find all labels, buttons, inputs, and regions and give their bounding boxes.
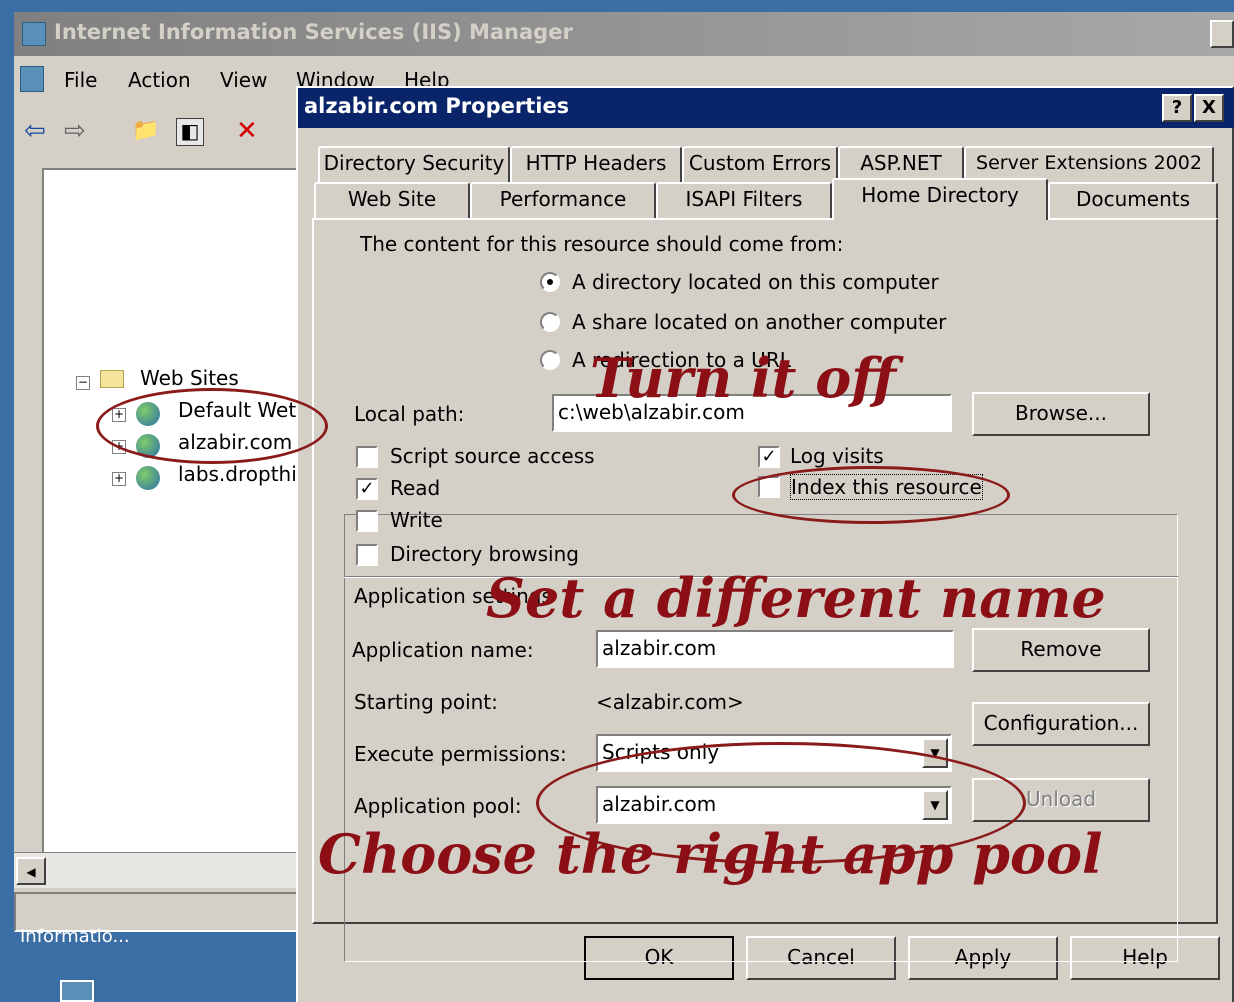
app-pool-label: Application pool: [354, 794, 522, 818]
tree-expander-collapse[interactable]: − [76, 376, 90, 390]
radio-network-share[interactable] [540, 312, 560, 332]
website-globe-icon [136, 466, 160, 490]
starting-point-value: <alzabir.com> [596, 690, 744, 714]
log-visits-label[interactable]: Log visits [790, 444, 884, 468]
radio-network-share-label[interactable]: A share located on another computer [572, 310, 946, 334]
show-hide-tree-icon[interactable]: ◧ [176, 118, 204, 146]
tab-documents[interactable]: Documents [1048, 182, 1218, 218]
radio-local-directory[interactable] [540, 272, 560, 292]
menu-view[interactable]: View [220, 68, 267, 92]
tree-pane: − Web Sites + Default Wet + alzabir.com … [42, 168, 314, 888]
back-arrow-icon[interactable]: ⇦ [24, 118, 46, 144]
remove-button[interactable]: Remove [972, 628, 1150, 672]
annotation-turn-off: Turn it off [590, 346, 896, 410]
tab-server-extensions[interactable]: Server Extensions 2002 [964, 146, 1214, 182]
forward-arrow-icon[interactable]: ⇨ [64, 118, 86, 144]
write-label[interactable]: Write [390, 508, 443, 532]
checkbox-directory-browsing[interactable] [356, 544, 378, 566]
script-source-access-label[interactable]: Script source access [390, 444, 595, 468]
app-name-input[interactable]: alzabir.com [596, 630, 954, 668]
iis-app-icon [22, 22, 46, 46]
menu-file[interactable]: File [64, 68, 97, 92]
checkbox-script-source-access[interactable] [356, 446, 378, 468]
browse-button[interactable]: Browse... [972, 392, 1150, 436]
tab-home-directory[interactable]: Home Directory [832, 178, 1048, 220]
delete-icon[interactable]: ✕ [236, 118, 258, 144]
tree-item-site[interactable]: labs.dropthi [178, 462, 297, 486]
configuration-button[interactable]: Configuration... [972, 702, 1150, 746]
toolbar: ⇦ ⇨ 📁 ◧ ✕ [14, 108, 314, 156]
up-folder-icon[interactable]: 📁 [132, 118, 159, 144]
close-button[interactable]: X [1194, 94, 1224, 122]
tab-custom-errors[interactable]: Custom Errors [682, 146, 838, 182]
local-path-label: Local path: [354, 402, 465, 426]
tab-http-headers[interactable]: HTTP Headers [510, 146, 682, 182]
radio-url-redirect[interactable] [540, 350, 560, 370]
mmc-icon[interactable] [20, 66, 44, 92]
dialog-title: alzabir.com Properties [304, 94, 570, 118]
exec-permissions-label: Execute permissions: [354, 742, 567, 766]
checkbox-log-visits[interactable]: ✓ [758, 446, 780, 468]
starting-point-label: Starting point: [354, 690, 498, 714]
horizontal-scrollbar[interactable]: ◀ [14, 852, 314, 888]
checkbox-read[interactable]: ✓ [356, 478, 378, 500]
desktop-icon-label[interactable]: Informatio... [20, 926, 130, 947]
dialog-titlebar[interactable]: alzabir.com Properties ? X [298, 88, 1234, 128]
tree-expander-expand[interactable]: + [112, 472, 126, 486]
app-name-label: Application name: [352, 638, 534, 662]
annotation-ellipse-index [732, 466, 1010, 524]
minimize-button[interactable] [1210, 20, 1234, 48]
folder-icon [100, 370, 124, 388]
menu-action[interactable]: Action [128, 68, 191, 92]
read-label[interactable]: Read [390, 476, 440, 500]
radio-local-directory-label[interactable]: A directory located on this computer [572, 270, 939, 294]
tab-asp-net[interactable]: ASP.NET [838, 146, 964, 182]
tab-isapi-filters[interactable]: ISAPI Filters [656, 182, 832, 218]
content-source-label: The content for this resource should com… [360, 232, 844, 256]
tab-performance[interactable]: Performance [470, 182, 656, 218]
tab-web-site[interactable]: Web Site [314, 182, 470, 218]
annotation-app-pool: Choose the right app pool [318, 822, 1103, 886]
iis-titlebar[interactable]: Internet Information Services (IIS) Mana… [14, 12, 1234, 56]
annotation-different-name: Set a different name [486, 566, 1106, 630]
tree-item-web-sites[interactable]: Web Sites [140, 366, 239, 390]
scroll-left-icon[interactable]: ◀ [16, 857, 46, 885]
checkbox-write[interactable] [356, 510, 378, 532]
iis-window-title: Internet Information Services (IIS) Mana… [54, 20, 573, 44]
tab-directory-security[interactable]: Directory Security [318, 146, 510, 182]
desktop-computer-icon[interactable] [60, 980, 94, 1002]
directory-browsing-label[interactable]: Directory browsing [390, 542, 579, 566]
help-button[interactable]: ? [1162, 94, 1192, 122]
annotation-ellipse-site [96, 388, 328, 464]
